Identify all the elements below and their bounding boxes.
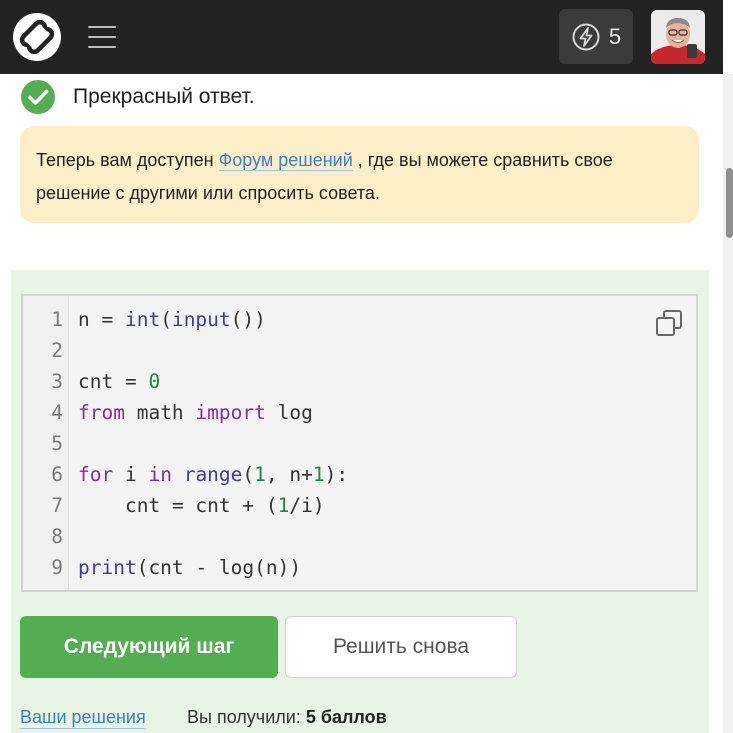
energy-counter[interactable]: 5 — [559, 9, 633, 64]
result-message: Прекрасный ответ. — [73, 85, 255, 108]
lightning-icon — [571, 22, 601, 52]
line-number: 8 — [51, 525, 63, 548]
copy-icon[interactable] — [654, 308, 684, 338]
solve-again-button[interactable]: Решить снова — [285, 616, 517, 678]
your-solutions-link[interactable]: Ваши решения — [20, 706, 146, 729]
code-line: print(cnt - log(n)) — [78, 556, 302, 579]
line-number: 7 — [51, 494, 63, 517]
forum-link[interactable]: Форум решений — [218, 150, 353, 171]
line-number: 9 — [51, 556, 63, 579]
code-line: n = int(input()) — [78, 308, 266, 331]
line-number: 2 — [51, 339, 63, 362]
logo-icon[interactable] — [12, 12, 62, 62]
score-value: 5 баллов — [305, 707, 387, 727]
score-label: Вы получили: — [187, 707, 301, 727]
line-number: 6 — [51, 463, 63, 486]
code-line: from math import log — [78, 401, 313, 424]
code-line: cnt = cnt + (1/i) — [78, 494, 325, 517]
score-summary: Вы получили: 5 баллов — [187, 706, 387, 728]
scrollbar-thumb[interactable] — [726, 168, 733, 238]
line-number-gutter: 1 2 3 4 5 6 7 8 9 — [23, 296, 69, 590]
notice-text-before: Теперь вам доступен — [36, 150, 219, 170]
code-line: cnt = 0 — [78, 370, 161, 393]
code-block[interactable]: 1 2 3 4 5 6 7 8 9 n = int(input()) cnt =… — [21, 294, 698, 592]
next-step-button[interactable]: Следующий шаг — [20, 616, 278, 678]
line-number: 5 — [51, 432, 63, 455]
avatar[interactable] — [651, 10, 705, 64]
code-line: for i in range(1, n+1): — [78, 463, 349, 486]
forum-notice: Теперь вам доступен Форум решений , где … — [20, 126, 699, 223]
menu-icon[interactable] — [87, 22, 117, 52]
energy-count: 5 — [608, 23, 622, 49]
line-number: 1 — [51, 308, 63, 331]
check-icon — [20, 79, 56, 115]
top-bar: 5 — [0, 0, 723, 74]
line-number: 4 — [51, 401, 63, 424]
line-number: 3 — [51, 370, 63, 393]
